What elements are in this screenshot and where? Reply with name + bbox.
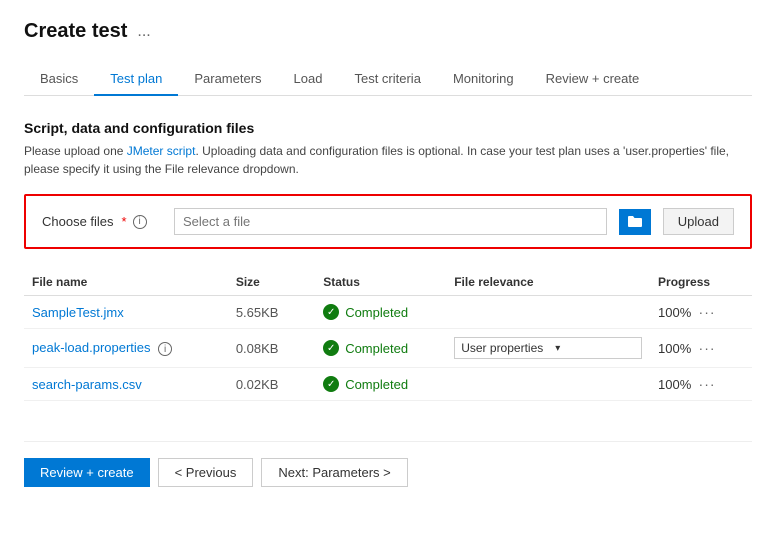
review-create-button[interactable]: Review + create (24, 458, 150, 487)
file-size-2: 0.08KB (236, 341, 279, 356)
col-header-relevance: File relevance (446, 269, 650, 296)
nav-tabs: Basics Test plan Parameters Load Test cr… (24, 63, 752, 96)
status-text-3: Completed (345, 377, 408, 392)
relevance-cell-3 (446, 368, 650, 401)
tab-test-criteria[interactable]: Test criteria (338, 63, 436, 96)
tab-basics[interactable]: Basics (24, 63, 94, 96)
file-name-3[interactable]: search-params.csv (32, 377, 142, 392)
next-button[interactable]: Next: Parameters > (261, 458, 407, 487)
col-header-size: Size (228, 269, 315, 296)
row-menu-1[interactable]: ··· (699, 304, 716, 320)
previous-button[interactable]: < Previous (158, 458, 254, 487)
relevance-value-2: User properties (461, 341, 543, 355)
page-options-dots[interactable]: ... (137, 23, 150, 41)
col-header-filename: File name (24, 269, 228, 296)
file-info-icon-2[interactable]: i (158, 342, 172, 356)
page-title: Create test (24, 20, 127, 43)
col-header-status: Status (315, 269, 446, 296)
progress-1: 100% (658, 305, 691, 320)
status-cell-3: Completed (323, 376, 438, 392)
file-size-1: 5.65KB (236, 305, 279, 320)
jmeter-link[interactable]: JMeter script (127, 144, 196, 158)
footer-actions: Review + create < Previous Next: Paramet… (24, 441, 752, 487)
row-menu-2[interactable]: ··· (699, 340, 716, 356)
upload-button[interactable]: Upload (663, 208, 734, 235)
status-cell-2: Completed (323, 340, 438, 356)
table-row: SampleTest.jmx 5.65KB Completed 100% ··· (24, 296, 752, 329)
required-marker: * (122, 214, 127, 229)
status-cell-1: Completed (323, 304, 438, 320)
choose-files-info-icon[interactable]: i (133, 215, 147, 229)
progress-3: 100% (658, 377, 691, 392)
chevron-down-icon-2: ▾ (555, 343, 560, 354)
check-icon-1 (323, 304, 339, 320)
tab-review-create[interactable]: Review + create (530, 63, 656, 96)
progress-2: 100% (658, 341, 691, 356)
status-text-1: Completed (345, 305, 408, 320)
file-select-input[interactable] (174, 208, 607, 235)
file-browse-button[interactable] (619, 209, 651, 235)
files-table: File name Size Status File relevance Pro… (24, 269, 752, 401)
tab-monitoring[interactable]: Monitoring (437, 63, 530, 96)
check-icon-2 (323, 340, 339, 356)
tab-test-plan[interactable]: Test plan (94, 63, 178, 96)
folder-icon (627, 214, 643, 230)
tab-load[interactable]: Load (278, 63, 339, 96)
status-text-2: Completed (345, 341, 408, 356)
file-name-1[interactable]: SampleTest.jmx (32, 305, 124, 320)
col-header-progress: Progress (650, 269, 752, 296)
table-row: peak-load.properties i 0.08KB Completed … (24, 329, 752, 368)
file-size-3: 0.02KB (236, 377, 279, 392)
check-icon-3 (323, 376, 339, 392)
choose-files-label: Choose files* i (42, 214, 162, 229)
file-upload-box: Choose files* i Upload (24, 194, 752, 249)
relevance-dropdown-2[interactable]: User properties ▾ (454, 337, 642, 359)
row-menu-3[interactable]: ··· (699, 376, 716, 392)
section-title: Script, data and configuration files (24, 120, 752, 136)
table-row: search-params.csv 0.02KB Completed 100% … (24, 368, 752, 401)
relevance-cell-1 (446, 296, 650, 329)
section-description: Please upload one JMeter script. Uploadi… (24, 142, 752, 178)
tab-parameters[interactable]: Parameters (178, 63, 277, 96)
file-name-2[interactable]: peak-load.properties (32, 340, 151, 355)
